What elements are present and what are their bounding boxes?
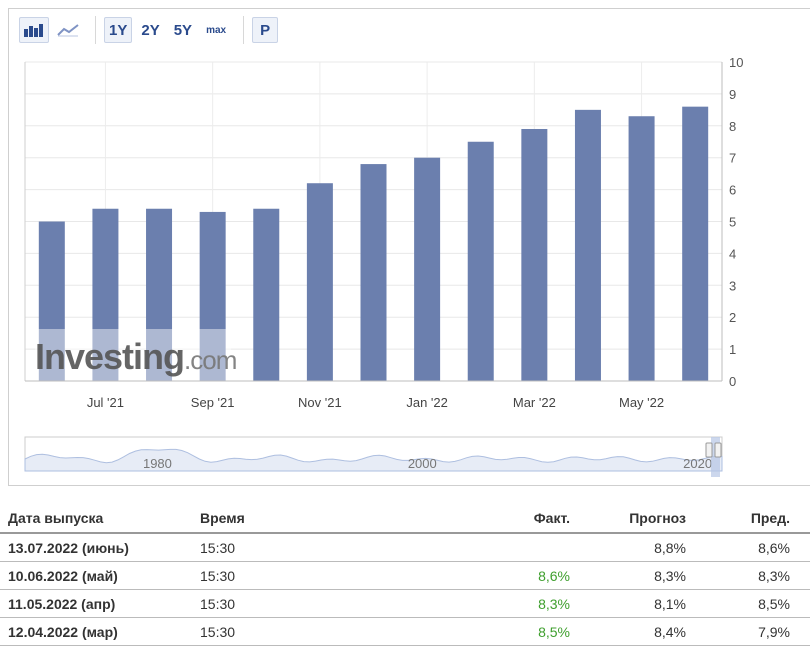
bar[interactable] [306,183,333,381]
row-previous: 7,9% [758,624,790,640]
bar[interactable] [467,141,494,381]
header-time[interactable]: Время [200,504,245,532]
y-tick-label: 5 [729,215,736,230]
watermark-suffix: .com [184,345,236,375]
row-forecast: 8,1% [654,596,686,612]
table-header: Дата выпуска Время Факт. Прогноз Пред. [0,504,810,534]
row-actual: 8,6% [538,568,570,584]
row-forecast: 8,8% [654,540,686,556]
bar[interactable] [682,106,709,381]
x-tick-label: Nov '21 [298,395,342,410]
bar[interactable] [628,116,655,381]
row-forecast: 8,4% [654,624,686,640]
table-row: 11.05.2022 (апр) 15:30 8,3% 8,1% 8,5% [0,590,810,618]
header-actual[interactable]: Факт. [534,504,570,532]
row-date: 11.05.2022 (апр) [8,596,116,612]
y-tick-label: 6 [729,183,736,198]
watermark-main: Investing [35,336,184,377]
header-forecast[interactable]: Прогноз [629,504,686,532]
bar[interactable] [574,109,601,381]
chart-container: 1Y 2Y 5Y max P Investing.com 01234567891… [8,8,810,486]
table-row: 12.04.2022 (мар) 15:30 8,5% 8,4% 7,9% [0,618,810,646]
y-tick-label: 1 [729,342,736,357]
row-time: 15:30 [200,568,236,584]
bar[interactable] [360,164,387,381]
y-tick-label: 3 [729,278,736,293]
header-date[interactable]: Дата выпуска [8,504,103,532]
navigator[interactable]: 1980 2000 2020 [24,436,723,477]
bar-chart: Investing.com 0 1 2 3 4 5 6 7 8 9 10 Jul '21 Sep '21… [24,55,743,477]
y-tick-label: 7 [729,151,736,166]
y-tick-label: 4 [729,246,736,261]
navigator-label: 2020 [683,456,712,471]
header-previous[interactable]: Пред. [751,504,790,532]
x-tick-label: Jan '22 [406,395,448,410]
navigator-label: 2000 [408,456,437,471]
bar[interactable] [521,128,548,381]
x-tick-label: Mar '22 [513,395,556,410]
row-date: 10.06.2022 (май) [8,568,118,584]
row-date: 12.04.2022 (мар) [8,624,118,640]
y-tick-label: 10 [729,55,743,70]
row-time: 15:30 [200,540,236,556]
row-actual: 8,3% [538,596,570,612]
y-tick-label: 9 [729,87,736,102]
row-time: 15:30 [200,596,236,612]
x-tick-label: May '22 [619,395,664,410]
table-row: 13.07.2022 (июнь) 15:30 8,8% 8,6% [0,534,810,562]
bar[interactable] [414,157,441,381]
y-tick-label: 0 [729,374,736,389]
row-date: 13.07.2022 (июнь) [8,540,129,556]
row-time: 15:30 [200,624,236,640]
row-actual: 8,5% [538,624,570,640]
navigator-handle[interactable] [705,442,713,458]
bar[interactable] [253,208,280,381]
navigator-handle[interactable] [714,442,722,458]
table-row: 10.06.2022 (май) 15:30 8,6% 8,3% 8,3% [0,562,810,590]
row-forecast: 8,3% [654,568,686,584]
row-previous: 8,5% [758,596,790,612]
row-previous: 8,6% [758,540,790,556]
x-tick-label: Sep '21 [191,395,235,410]
x-tick-label: Jul '21 [87,395,124,410]
navigator-label: 1980 [143,456,172,471]
row-previous: 8,3% [758,568,790,584]
y-tick-label: 2 [729,310,736,325]
releases-table: Дата выпуска Время Факт. Прогноз Пред. 1… [0,504,810,646]
y-tick-label: 8 [729,119,736,134]
